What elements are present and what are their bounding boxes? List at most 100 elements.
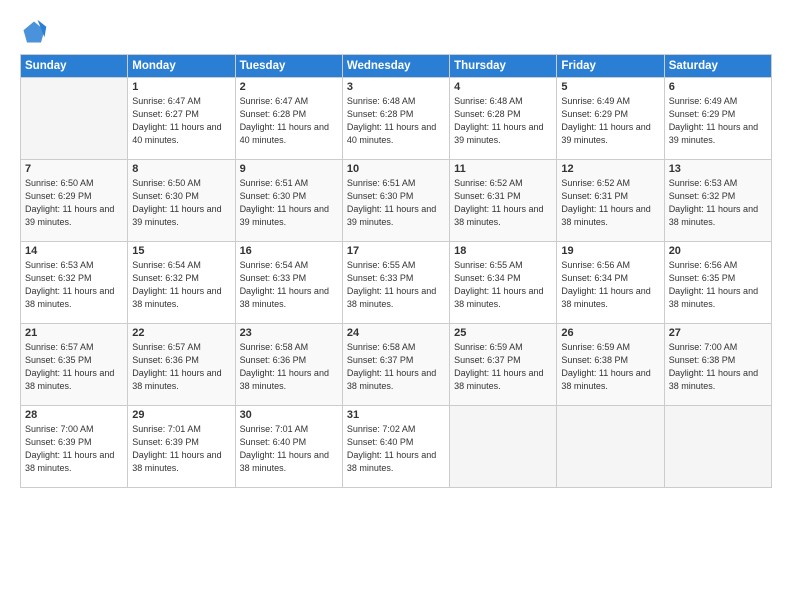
calendar-cell: 7Sunrise: 6:50 AMSunset: 6:29 PMDaylight… <box>21 160 128 242</box>
day-info: Sunrise: 6:54 AMSunset: 6:33 PMDaylight:… <box>240 259 338 311</box>
day-info: Sunrise: 6:53 AMSunset: 6:32 PMDaylight:… <box>25 259 123 311</box>
day-number: 3 <box>347 81 445 93</box>
day-info: Sunrise: 6:47 AMSunset: 6:28 PMDaylight:… <box>240 95 338 147</box>
weekday-header-saturday: Saturday <box>664 55 771 78</box>
calendar-cell: 30Sunrise: 7:01 AMSunset: 6:40 PMDayligh… <box>235 406 342 488</box>
weekday-header-row: SundayMondayTuesdayWednesdayThursdayFrid… <box>21 55 772 78</box>
day-info: Sunrise: 7:02 AMSunset: 6:40 PMDaylight:… <box>347 423 445 475</box>
calendar-cell: 13 Sunrise: 6:53 AMSunset: 6:32 PMDayligh… <box>664 160 771 242</box>
day-number: 22 <box>132 327 230 339</box>
day-info: Sunrise: 6:52 AMSunset: 6:31 PMDaylight:… <box>454 177 552 229</box>
day-number: 28 <box>25 409 123 421</box>
day-number: 29 <box>132 409 230 421</box>
day-info: Sunrise: 6:50 AMSunset: 6:30 PMDaylight:… <box>132 177 230 229</box>
calendar-table: SundayMondayTuesdayWednesdayThursdayFrid… <box>20 54 772 488</box>
day-info: Sunrise: 6:48 AMSunset: 6:28 PMDaylight:… <box>347 95 445 147</box>
day-number: 16 <box>240 245 338 257</box>
day-info: Sunrise: 6:57 AMSunset: 6:35 PMDaylight:… <box>25 341 123 393</box>
calendar-cell <box>450 406 557 488</box>
calendar-cell: 12 Sunrise: 6:52 AMSunset: 6:31 PMDayligh… <box>557 160 664 242</box>
calendar-cell: 29 Sunrise: 7:01 AMSunset: 6:39 PMDayligh… <box>128 406 235 488</box>
weekday-header-tuesday: Tuesday <box>235 55 342 78</box>
day-info: Sunrise: 6:52 AMSunset: 6:31 PMDaylight:… <box>561 177 659 229</box>
calendar-cell: 18 Sunrise: 6:55 AMSunset: 6:34 PMDayligh… <box>450 242 557 324</box>
day-number: 6 <box>669 81 767 93</box>
day-number: 27 <box>669 327 767 339</box>
calendar-cell: 24Sunrise: 6:58 AMSunset: 6:37 PMDayligh… <box>342 324 449 406</box>
week-row-1: 1Sunrise: 6:47 AMSunset: 6:27 PMDaylight… <box>21 78 772 160</box>
calendar-cell: 25 Sunrise: 6:59 AMSunset: 6:37 PMDayligh… <box>450 324 557 406</box>
day-number: 12 <box>561 163 659 175</box>
day-number: 10 <box>347 163 445 175</box>
day-number: 13 <box>669 163 767 175</box>
calendar-cell: 17 Sunrise: 6:55 AMSunset: 6:33 PMDayligh… <box>342 242 449 324</box>
weekday-header-friday: Friday <box>557 55 664 78</box>
day-info: Sunrise: 6:48 AMSunset: 6:28 PMDaylight:… <box>454 95 552 147</box>
calendar-cell: 28 Sunrise: 7:00 AMSunset: 6:39 PMDayligh… <box>21 406 128 488</box>
day-info: Sunrise: 6:55 AMSunset: 6:34 PMDaylight:… <box>454 259 552 311</box>
calendar-cell: 10 Sunrise: 6:51 AMSunset: 6:30 PMDayligh… <box>342 160 449 242</box>
day-info: Sunrise: 6:58 AMSunset: 6:36 PMDaylight:… <box>240 341 338 393</box>
calendar-cell: 4 Sunrise: 6:48 AMSunset: 6:28 PMDaylight… <box>450 78 557 160</box>
day-info: Sunrise: 7:00 AMSunset: 6:39 PMDaylight:… <box>25 423 123 475</box>
day-info: Sunrise: 6:56 AMSunset: 6:35 PMDaylight:… <box>669 259 767 311</box>
week-row-4: 21Sunrise: 6:57 AMSunset: 6:35 PMDayligh… <box>21 324 772 406</box>
day-info: Sunrise: 6:53 AMSunset: 6:32 PMDaylight:… <box>669 177 767 229</box>
day-info: Sunrise: 7:01 AMSunset: 6:39 PMDaylight:… <box>132 423 230 475</box>
day-number: 20 <box>669 245 767 257</box>
calendar-cell: 9 Sunrise: 6:51 AMSunset: 6:30 PMDaylight… <box>235 160 342 242</box>
weekday-header-wednesday: Wednesday <box>342 55 449 78</box>
day-info: Sunrise: 7:00 AMSunset: 6:38 PMDaylight:… <box>669 341 767 393</box>
day-info: Sunrise: 6:49 AMSunset: 6:29 PMDaylight:… <box>669 95 767 147</box>
day-number: 4 <box>454 81 552 93</box>
day-number: 15 <box>132 245 230 257</box>
calendar-cell: 11 Sunrise: 6:52 AMSunset: 6:31 PMDayligh… <box>450 160 557 242</box>
day-number: 26 <box>561 327 659 339</box>
day-number: 14 <box>25 245 123 257</box>
calendar-cell <box>664 406 771 488</box>
day-number: 18 <box>454 245 552 257</box>
day-number: 25 <box>454 327 552 339</box>
day-info: Sunrise: 6:50 AMSunset: 6:29 PMDaylight:… <box>25 177 123 229</box>
logo <box>20 18 52 46</box>
day-info: Sunrise: 6:55 AMSunset: 6:33 PMDaylight:… <box>347 259 445 311</box>
day-number: 8 <box>132 163 230 175</box>
page: SundayMondayTuesdayWednesdayThursdayFrid… <box>0 0 792 612</box>
day-number: 5 <box>561 81 659 93</box>
header <box>20 18 772 46</box>
calendar-cell: 20 Sunrise: 6:56 AMSunset: 6:35 PMDayligh… <box>664 242 771 324</box>
calendar-cell: 5Sunrise: 6:49 AMSunset: 6:29 PMDaylight… <box>557 78 664 160</box>
calendar-cell: 26 Sunrise: 6:59 AMSunset: 6:38 PMDayligh… <box>557 324 664 406</box>
calendar-cell: 31 Sunrise: 7:02 AMSunset: 6:40 PMDayligh… <box>342 406 449 488</box>
week-row-3: 14 Sunrise: 6:53 AMSunset: 6:32 PMDayligh… <box>21 242 772 324</box>
day-info: Sunrise: 7:01 AMSunset: 6:40 PMDaylight:… <box>240 423 338 475</box>
calendar-cell: 21Sunrise: 6:57 AMSunset: 6:35 PMDayligh… <box>21 324 128 406</box>
day-number: 31 <box>347 409 445 421</box>
week-row-5: 28 Sunrise: 7:00 AMSunset: 6:39 PMDayligh… <box>21 406 772 488</box>
day-info: Sunrise: 6:58 AMSunset: 6:37 PMDaylight:… <box>347 341 445 393</box>
calendar-cell <box>557 406 664 488</box>
day-info: Sunrise: 6:59 AMSunset: 6:38 PMDaylight:… <box>561 341 659 393</box>
logo-icon <box>20 18 48 46</box>
calendar-cell: 23Sunrise: 6:58 AMSunset: 6:36 PMDayligh… <box>235 324 342 406</box>
day-info: Sunrise: 6:54 AMSunset: 6:32 PMDaylight:… <box>132 259 230 311</box>
day-number: 11 <box>454 163 552 175</box>
calendar-cell: 14 Sunrise: 6:53 AMSunset: 6:32 PMDayligh… <box>21 242 128 324</box>
day-number: 17 <box>347 245 445 257</box>
calendar-cell: 22 Sunrise: 6:57 AMSunset: 6:36 PMDayligh… <box>128 324 235 406</box>
calendar-cell: 27 Sunrise: 7:00 AMSunset: 6:38 PMDayligh… <box>664 324 771 406</box>
day-info: Sunrise: 6:59 AMSunset: 6:37 PMDaylight:… <box>454 341 552 393</box>
day-info: Sunrise: 6:51 AMSunset: 6:30 PMDaylight:… <box>347 177 445 229</box>
calendar-cell: 8 Sunrise: 6:50 AMSunset: 6:30 PMDaylight… <box>128 160 235 242</box>
calendar-cell: 3 Sunrise: 6:48 AMSunset: 6:28 PMDaylight… <box>342 78 449 160</box>
day-number: 19 <box>561 245 659 257</box>
calendar-cell: 6 Sunrise: 6:49 AMSunset: 6:29 PMDaylight… <box>664 78 771 160</box>
day-info: Sunrise: 6:51 AMSunset: 6:30 PMDaylight:… <box>240 177 338 229</box>
weekday-header-sunday: Sunday <box>21 55 128 78</box>
day-number: 9 <box>240 163 338 175</box>
day-info: Sunrise: 6:56 AMSunset: 6:34 PMDaylight:… <box>561 259 659 311</box>
day-info: Sunrise: 6:57 AMSunset: 6:36 PMDaylight:… <box>132 341 230 393</box>
calendar-cell: 16 Sunrise: 6:54 AMSunset: 6:33 PMDayligh… <box>235 242 342 324</box>
calendar-cell: 15 Sunrise: 6:54 AMSunset: 6:32 PMDayligh… <box>128 242 235 324</box>
week-row-2: 7Sunrise: 6:50 AMSunset: 6:29 PMDaylight… <box>21 160 772 242</box>
